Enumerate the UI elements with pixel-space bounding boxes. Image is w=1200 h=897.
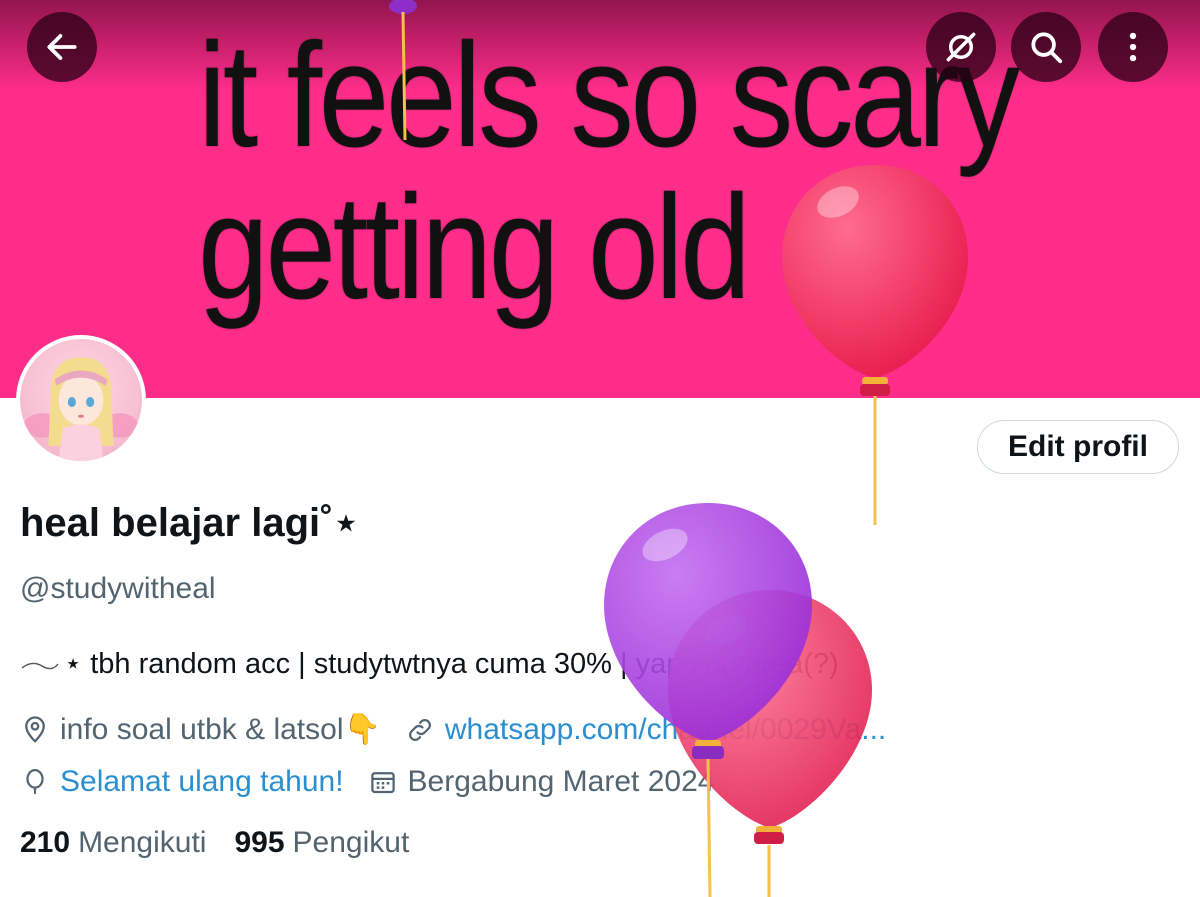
bio-text: ⋆ tbh random acc | studytwtnya cuma 30% … [64,648,839,680]
followers-label: Pengikut [292,826,410,859]
banner-text-line-2: getting old [198,165,751,330]
search-icon [1031,32,1063,64]
followers-count: 995 [234,826,285,859]
joined-item: Bergabung Maret 2024 [368,765,715,799]
website-item[interactable]: whatsapp.com/channel/0029Va... [405,713,886,747]
joined-text: Bergabung Maret 2024 [407,765,715,798]
follow-stats: 210 Mengikuti 995 Pengikut [20,826,437,860]
more-button[interactable] [1098,12,1168,82]
no-signal-icon [946,32,976,62]
avatar-image [20,339,142,461]
banner-meme-text: it feels so scary getting old [198,13,1020,330]
bio: ⋆ tbh random acc | studytwtnya cuma 30% … [20,646,839,681]
following-count: 210 [20,826,71,859]
username-handle: @studywitheal [20,572,216,605]
squiggle-icon [21,662,59,669]
location-item: info soal utbk & latsol👇 [20,712,381,747]
followers-link[interactable]: 995 Pengikut [234,826,409,860]
following-label: Mengikuti [78,826,207,859]
back-button[interactable] [27,12,97,82]
balloon-purple [604,503,812,897]
arrow-left-icon [47,34,77,60]
search-button[interactable] [1011,12,1081,82]
display-name: heal belajar lagi˚⋆ [20,501,359,545]
birthday-item[interactable]: Selamat ulang tahun! [20,765,344,799]
birthday-link[interactable]: Selamat ulang tahun! [60,765,344,799]
offline-button[interactable] [926,12,996,82]
calendar-icon [370,772,395,794]
following-link[interactable]: 210 Mengikuti [20,826,206,860]
avatar[interactable] [16,335,146,465]
banner-text-line-1: it feels so scary [198,13,1020,178]
location-pin-icon [25,715,45,743]
balloon-icon [26,769,44,794]
location-text: info soal utbk & latsol👇 [60,713,381,746]
link-icon [408,718,431,741]
profile-meta-row-2: Selamat ulang tahun! Bergabung Maret 202… [20,765,738,799]
website-link[interactable]: whatsapp.com/channel/0029Va... [445,713,886,747]
more-vertical-icon [1129,32,1137,62]
profile-meta-row-1: info soal utbk & latsol👇 whatsapp.com/ch… [20,712,910,747]
edit-profile-button[interactable]: Edit profil [977,420,1179,474]
